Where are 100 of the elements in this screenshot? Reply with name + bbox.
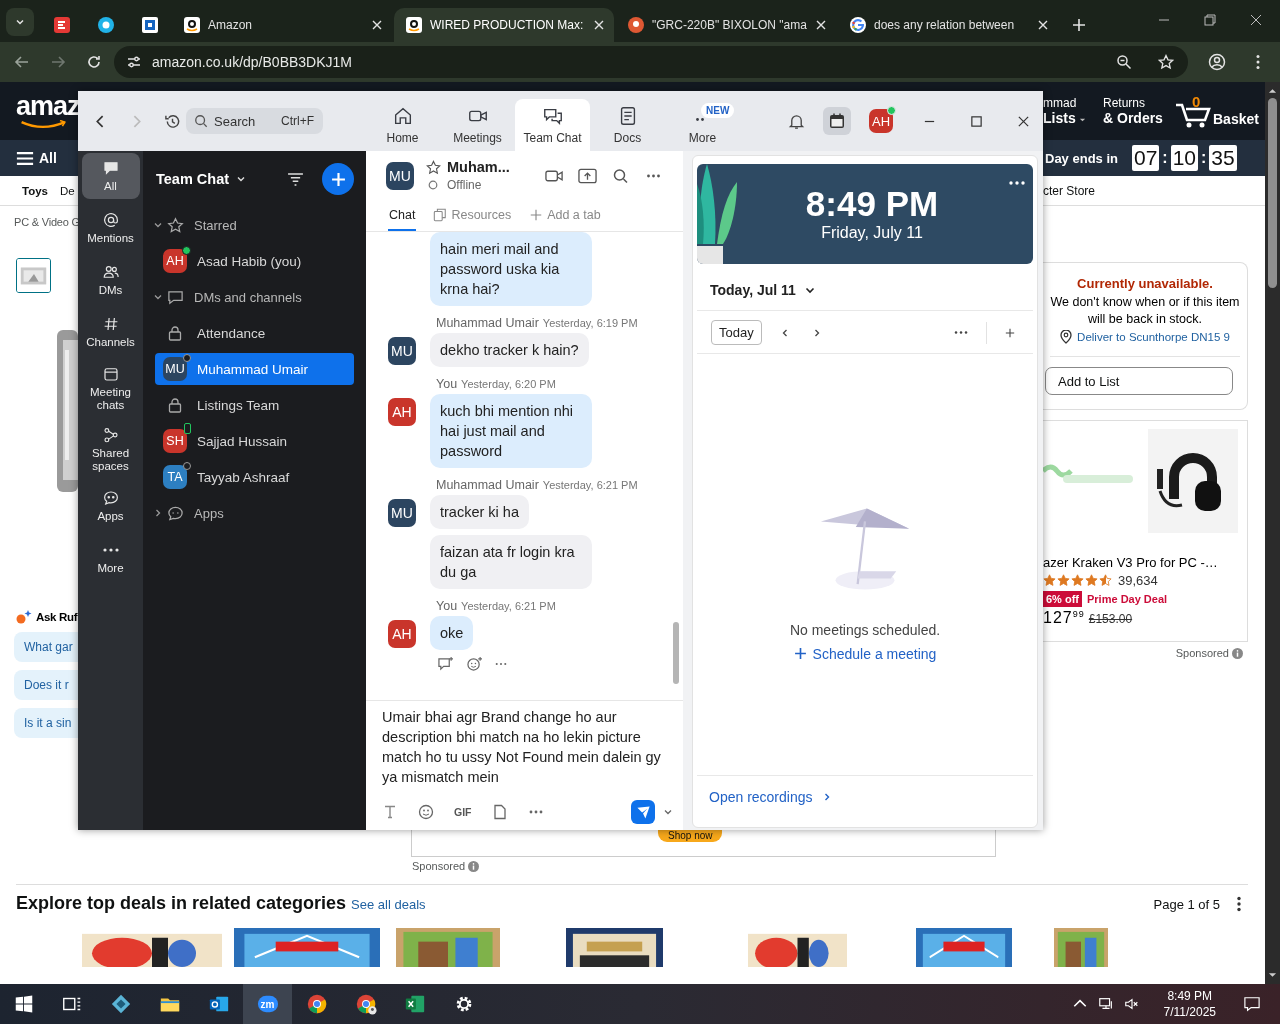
date-dropdown[interactable]: Today, Jul 11	[710, 282, 816, 298]
notifications-icon[interactable]	[1244, 996, 1260, 1012]
send-icon	[635, 804, 651, 820]
sidebar-tab[interactable]: DMs	[81, 257, 140, 303]
profile-icon[interactable]	[1208, 53, 1226, 71]
info-icon[interactable]	[1232, 647, 1243, 659]
sidebar-tab[interactable]: All	[81, 153, 140, 199]
star-icon[interactable]	[426, 159, 441, 175]
muted-speaker-icon[interactable]	[1123, 996, 1140, 1012]
address-bar[interactable]: amazon.co.uk/dp/B0BB3DKJ1M	[114, 46, 1188, 78]
chat-tab[interactable]: Chat	[388, 200, 417, 231]
browser-tab[interactable]: Amazon	[172, 8, 392, 42]
sidebar-tab[interactable]: More	[81, 535, 140, 581]
suggested-question[interactable]: Does it r	[14, 670, 78, 700]
scrollbar-thumb[interactable]	[1268, 98, 1277, 288]
restore-icon[interactable]	[1204, 14, 1216, 26]
more-icon[interactable]	[954, 330, 968, 335]
emoji-icon[interactable]	[466, 656, 483, 671]
browser-tab[interactable]: WIRED PRODUCTION Max:	[394, 8, 614, 42]
conversation-item[interactable]: AH Asad Habib (you)	[155, 245, 354, 277]
conversation-item[interactable]: Listings Team	[155, 389, 354, 421]
reload-icon[interactable]	[86, 54, 102, 70]
suggested-question[interactable]: Is it a sin	[14, 708, 78, 738]
nav-tab[interactable]: Meetings	[440, 99, 515, 151]
nav-tab[interactable]: Team Chat	[515, 99, 590, 151]
more-icon[interactable]	[1009, 180, 1025, 186]
conversation-item[interactable]: SH Sajjad Hussain	[155, 425, 354, 457]
delivery-location-link[interactable]: Deliver to Scunthorpe DN15 9	[1077, 331, 1230, 343]
plus-icon[interactable]	[1005, 327, 1015, 338]
gif-button[interactable]: GIF	[454, 806, 472, 818]
maximize-icon[interactable]	[970, 114, 983, 128]
product-title-link[interactable]: azer Kraken V3 Pro for PC -…	[1043, 555, 1247, 570]
search-icon[interactable]	[611, 167, 630, 184]
more-icon[interactable]	[1237, 895, 1241, 912]
account-greeting[interactable]: mmad	[1043, 95, 1103, 110]
account-lists-link[interactable]: Lists	[1043, 109, 1103, 127]
emoji-icon[interactable]	[418, 804, 434, 820]
section-toggle[interactable]: Apps	[143, 495, 366, 531]
conversation-item[interactable]: TA Tayyab Ashraaf	[155, 461, 354, 493]
user-avatar[interactable]: AH	[869, 109, 893, 133]
see-all-link[interactable]: See all deals	[351, 897, 1149, 912]
caret-icon[interactable]	[663, 807, 673, 817]
schedule-meeting-link[interactable]: Schedule a meeting	[793, 645, 937, 662]
category-link[interactable]: De	[60, 184, 75, 197]
section-toggle[interactable]: DMs and channels	[143, 279, 366, 315]
add-to-list-button[interactable]: Add to List	[1045, 367, 1233, 395]
forward-arrow-icon[interactable]	[50, 54, 66, 70]
menu-icon[interactable]	[1256, 54, 1260, 70]
logo[interactable]: amaz	[0, 82, 78, 129]
sidebar-tab[interactable]: Channels	[81, 309, 140, 355]
nav-tab[interactable]: NEW More	[665, 99, 740, 151]
nav-tab[interactable]: Docs	[590, 99, 665, 151]
review-count[interactable]: 39,634	[1118, 573, 1158, 588]
nav-tab[interactable]: Home	[365, 99, 440, 151]
clock-time[interactable]: 8:49 PM	[1167, 988, 1213, 1004]
sidebar-tab[interactable]: Mentions	[81, 205, 140, 251]
send-button[interactable]	[631, 800, 655, 824]
close-icon[interactable]	[1250, 14, 1262, 26]
shop-now-button[interactable]: Shop now	[658, 830, 723, 842]
returns-label[interactable]: Returns	[1103, 95, 1163, 110]
scrollbar-thumb[interactable]	[673, 622, 679, 684]
category-link[interactable]: cter Store	[1043, 183, 1096, 198]
scrollbar[interactable]	[1265, 82, 1280, 984]
close-icon[interactable]	[1017, 114, 1030, 128]
team-chat-dropdown[interactable]: Team Chat	[156, 171, 287, 187]
browser-tab[interactable]: does any relation between	[838, 8, 1058, 42]
sidebar-tab[interactable]: Apps	[81, 483, 140, 529]
scroll-up-icon[interactable]	[1268, 88, 1277, 94]
browser-tab[interactable]: "GRC-220B" BIXOLON "ama	[616, 8, 836, 42]
open-recordings-link[interactable]: Open recordings	[697, 775, 1033, 817]
today-button[interactable]: Today	[711, 320, 762, 345]
clock-date[interactable]: 7/11/2025	[1163, 1004, 1216, 1020]
suggested-question[interactable]: What gar	[14, 632, 78, 662]
sidebar-tab[interactable]: Shared spaces	[81, 422, 140, 477]
orders-link[interactable]: & Orders	[1103, 109, 1163, 127]
new-tab-icon[interactable]	[1072, 18, 1086, 32]
category-link[interactable]: Toys	[22, 184, 48, 197]
basket-button[interactable]: 0 Basket	[1175, 93, 1259, 129]
calendar-icon[interactable]	[823, 107, 851, 135]
scroll-down-icon[interactable]	[1268, 972, 1277, 978]
history-icon[interactable]	[164, 112, 181, 130]
file-icon[interactable]	[491, 804, 508, 820]
conversation-item[interactable]: Attendance	[155, 317, 354, 349]
site-settings-icon[interactable]	[126, 54, 142, 70]
chat-tab[interactable]: Resources	[432, 200, 513, 231]
section-toggle[interactable]: Starred	[143, 207, 366, 243]
share-screen-icon[interactable]	[578, 167, 597, 184]
chat-tab[interactable]: Add a tab	[528, 200, 602, 231]
conversation-item[interactable]: MU Muhammad Umair	[155, 353, 354, 385]
text-format-icon[interactable]	[382, 804, 398, 820]
zoom-out-icon[interactable]	[1116, 54, 1132, 70]
sidebar-tab[interactable]: Meeting chats	[81, 361, 140, 416]
bell-icon[interactable]	[788, 112, 805, 130]
network-icon[interactable]	[1097, 996, 1114, 1012]
info-icon[interactable]	[468, 860, 480, 872]
reply-icon[interactable]	[437, 656, 454, 671]
all-menu-button[interactable]: All	[16, 150, 57, 166]
filter-icon[interactable]	[287, 172, 304, 186]
new-chat-button[interactable]	[322, 163, 354, 195]
back-arrow-icon[interactable]	[14, 54, 30, 70]
